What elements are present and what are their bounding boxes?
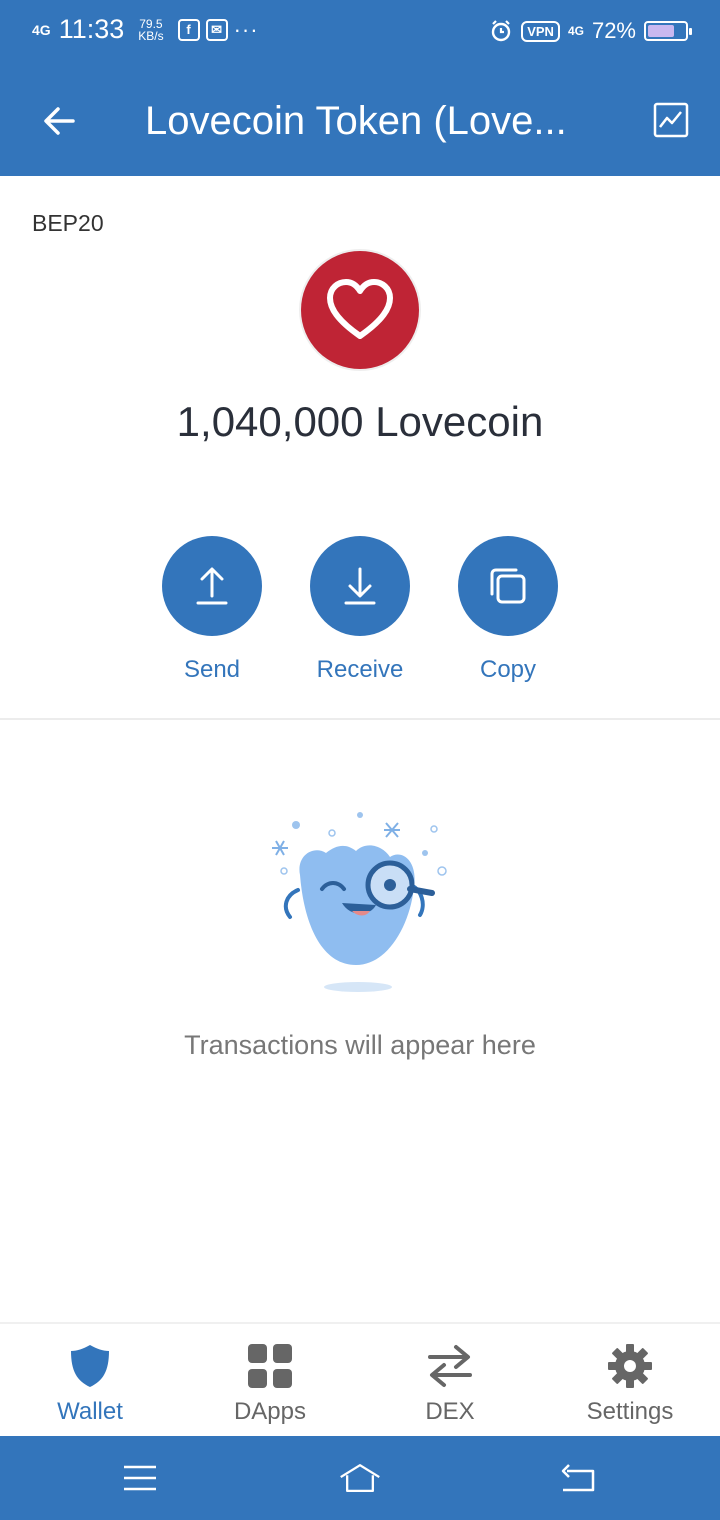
- send-button[interactable]: Send: [137, 536, 287, 684]
- grid-icon: [248, 1344, 292, 1388]
- price-chart-button[interactable]: [653, 102, 689, 138]
- send-button-circle[interactable]: [162, 536, 262, 636]
- empty-state-message: Transactions will appear here: [184, 1030, 536, 1060]
- network-indicator: 4G: [32, 21, 51, 38]
- bottom-tab-bar: Wallet DApps DEX Settings: [0, 1322, 720, 1438]
- receive-label: Receive: [316, 656, 404, 683]
- tab-settings[interactable]: Settings: [540, 1342, 720, 1426]
- section-divider: [0, 718, 720, 720]
- network-indicator-right: 4G: [567, 24, 584, 38]
- copy-label: Copy: [479, 656, 537, 683]
- return-icon: [561, 1464, 595, 1492]
- battery-fill: [648, 25, 674, 37]
- back-button[interactable]: [34, 96, 84, 146]
- home-icon: [340, 1464, 380, 1492]
- token-balance: 1,040,000 Lovecoin: [176, 398, 544, 445]
- arrow-up-icon: [196, 567, 228, 605]
- vpn-badge: VPN: [521, 20, 560, 42]
- network-label: BEP20: [32, 210, 104, 236]
- receive-button-circle[interactable]: [310, 536, 410, 636]
- tab-dapps[interactable]: DApps: [180, 1342, 360, 1426]
- send-label: Send: [183, 656, 241, 683]
- tab-dex[interactable]: DEX: [360, 1342, 540, 1426]
- status-bar: 4G 11:33 79.5 KB/s f ✉ ··· VPN 4G 72%: [0, 0, 720, 66]
- arrow-left-icon: [44, 107, 75, 135]
- back-system-button[interactable]: [557, 1458, 601, 1498]
- chart-icon: [653, 102, 689, 138]
- mail-notification-icon: ✉: [205, 18, 228, 41]
- page-title: Lovecoin Token (Love...: [145, 99, 567, 143]
- battery-percent: 72%: [591, 18, 636, 43]
- facebook-notification-icon: f: [177, 18, 200, 41]
- swap-icon: [428, 1345, 472, 1387]
- empty-state-illustration: [260, 805, 460, 1000]
- copy-icon: [490, 568, 526, 604]
- shield-icon: [71, 1345, 109, 1387]
- tab-dex-label: DEX: [425, 1398, 475, 1425]
- network-speed: 79.5 KB/s: [138, 18, 163, 42]
- tab-dapps-label: DApps: [233, 1398, 307, 1425]
- alarm-icon: [492, 20, 511, 42]
- receive-button[interactable]: Receive: [285, 536, 435, 684]
- home-button[interactable]: [338, 1458, 382, 1498]
- menu-icon: [124, 1465, 156, 1491]
- battery-icon: [644, 21, 692, 41]
- menu-button[interactable]: [118, 1458, 162, 1498]
- tab-settings-label: Settings: [586, 1398, 674, 1425]
- status-time: 11:33: [58, 14, 125, 44]
- gear-icon: [608, 1344, 652, 1388]
- copy-button[interactable]: Copy: [433, 536, 583, 684]
- tab-wallet-label: Wallet: [57, 1398, 123, 1425]
- tab-wallet[interactable]: Wallet: [0, 1342, 180, 1426]
- token-logo: [301, 251, 419, 369]
- arrow-down-icon: [344, 567, 376, 605]
- heart-icon: [327, 279, 393, 339]
- system-nav-bar: [0, 1436, 720, 1520]
- more-notifications-icon: ···: [233, 16, 259, 42]
- network-speed-unit: KB/s: [138, 28, 164, 43]
- app-bar: Lovecoin Token (Love...: [0, 66, 720, 176]
- copy-button-circle[interactable]: [458, 536, 558, 636]
